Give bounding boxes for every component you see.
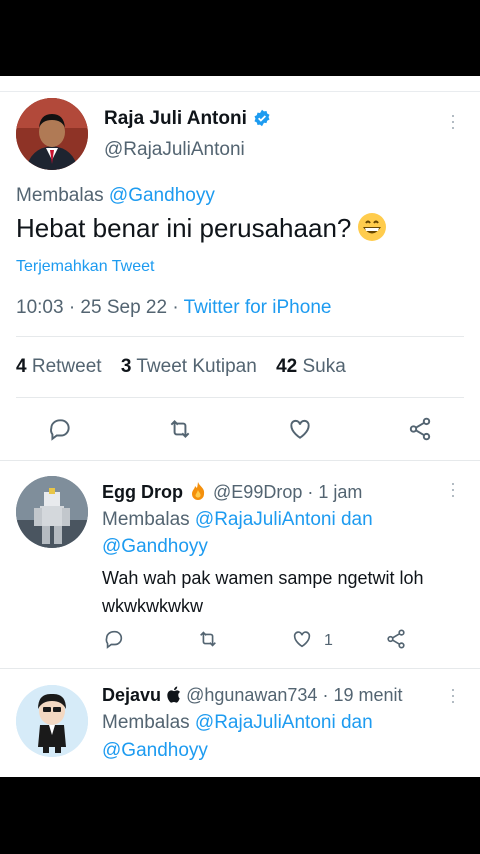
retweet-icon[interactable] — [166, 415, 194, 443]
reply-time[interactable]: · 19 menit — [317, 685, 402, 705]
likes-label: Suka — [297, 356, 346, 377]
likes-count: 42 — [276, 356, 298, 377]
retweets-label: Retweet — [26, 356, 102, 377]
author-name[interactable]: Raja Juli Antoni — [104, 108, 271, 133]
apple-icon — [166, 686, 181, 708]
author-handle[interactable]: @RajaJuliAntoni — [104, 139, 245, 161]
tweet-stats: 4 Retweet 3 Tweet Kutipan 42 Suka — [16, 356, 360, 378]
divider — [0, 668, 480, 669]
replying-to: Membalas @RajaJuliAntoni dan — [102, 712, 373, 734]
like-count: 1 — [324, 632, 333, 649]
translate-tweet-link[interactable]: Terjemahkan Tweet — [16, 258, 154, 276]
likes-stat[interactable]: 42 Suka — [276, 356, 346, 377]
divider — [16, 397, 464, 398]
verified-badge-icon — [253, 109, 271, 133]
replying-to-link[interactable]: @Gandhoyy — [102, 740, 208, 761]
reply-time[interactable]: · 1 jam — [302, 482, 362, 502]
replying-to: Membalas @Gandhoyy — [16, 185, 215, 207]
top-divider — [0, 91, 480, 92]
more-options-icon[interactable]: · · · — [450, 474, 456, 504]
reply-author-handle[interactable]: @E99Drop — [213, 482, 302, 502]
replying-to: @Gandhoyy — [102, 536, 208, 558]
replying-to-link[interactable]: @Gandhoyy — [109, 185, 215, 206]
tweet-timestamp: 10:03 · 25 Sep 22 · Twitter for iPhone — [16, 297, 331, 319]
share-icon[interactable] — [384, 627, 408, 651]
more-options-icon[interactable]: · · · — [450, 106, 456, 136]
share-icon[interactable] — [406, 415, 434, 443]
retweets-count: 4 — [16, 356, 27, 377]
reply-author-name[interactable]: Dejavu — [102, 685, 161, 705]
reply-author-handle[interactable]: @hgunawan734 — [186, 685, 317, 705]
quotes-stat[interactable]: 3 Tweet Kutipan — [121, 356, 257, 377]
replying-to-prefix: Membalas — [102, 712, 195, 733]
reply-icon[interactable] — [46, 415, 74, 443]
reply-author-name[interactable]: Egg Drop — [102, 482, 183, 502]
divider — [0, 460, 480, 461]
reply-header: Egg Drop @E99Drop · 1 jam — [102, 481, 362, 506]
like-icon[interactable] — [286, 415, 314, 443]
quotes-count: 3 — [120, 356, 132, 377]
tweet-text-content: Hebat benar ini perusahaan? — [16, 213, 352, 243]
reply-text: Wah wah pak wamen sampe ngetwit loh wkwk… — [102, 568, 424, 616]
like-icon[interactable] — [290, 627, 314, 651]
quotes-label: Tweet Kutipan — [131, 356, 257, 377]
reply-avatar[interactable] — [16, 476, 88, 548]
replying-to-link[interactable]: @RajaJuliAntoni dan — [195, 712, 373, 733]
author-name-text[interactable]: Raja Juli Antoni — [104, 108, 247, 129]
divider — [16, 336, 464, 337]
replying-to-prefix: Membalas — [102, 509, 195, 530]
replying-to: Membalas @RajaJuliAntoni dan — [102, 509, 373, 531]
grinning-face-emoji-icon — [357, 212, 387, 242]
replying-to-link[interactable]: @Gandhoyy — [102, 536, 208, 557]
replying-to-link[interactable]: @RajaJuliAntoni dan — [195, 509, 373, 530]
reply-icon[interactable] — [102, 627, 126, 651]
tweet-source[interactable]: Twitter for iPhone — [184, 297, 332, 318]
replying-to: @Gandhoyy — [102, 740, 208, 762]
reply-header: Dejavu @hgunawan734 · 19 menit — [102, 685, 403, 708]
tweet-time[interactable]: 10:03 · 25 Sep 22 · — [16, 297, 184, 318]
reply-avatar[interactable] — [16, 685, 88, 757]
retweet-icon[interactable] — [196, 627, 220, 651]
replying-to-prefix: Membalas — [16, 185, 109, 206]
tweet-text: Hebat benar ini perusahaan? — [16, 212, 387, 244]
author-avatar[interactable] — [16, 98, 88, 170]
fire-emoji-icon — [188, 481, 208, 506]
more-options-icon[interactable]: · · · — [450, 680, 456, 710]
retweets-stat[interactable]: 4 Retweet — [16, 356, 102, 377]
